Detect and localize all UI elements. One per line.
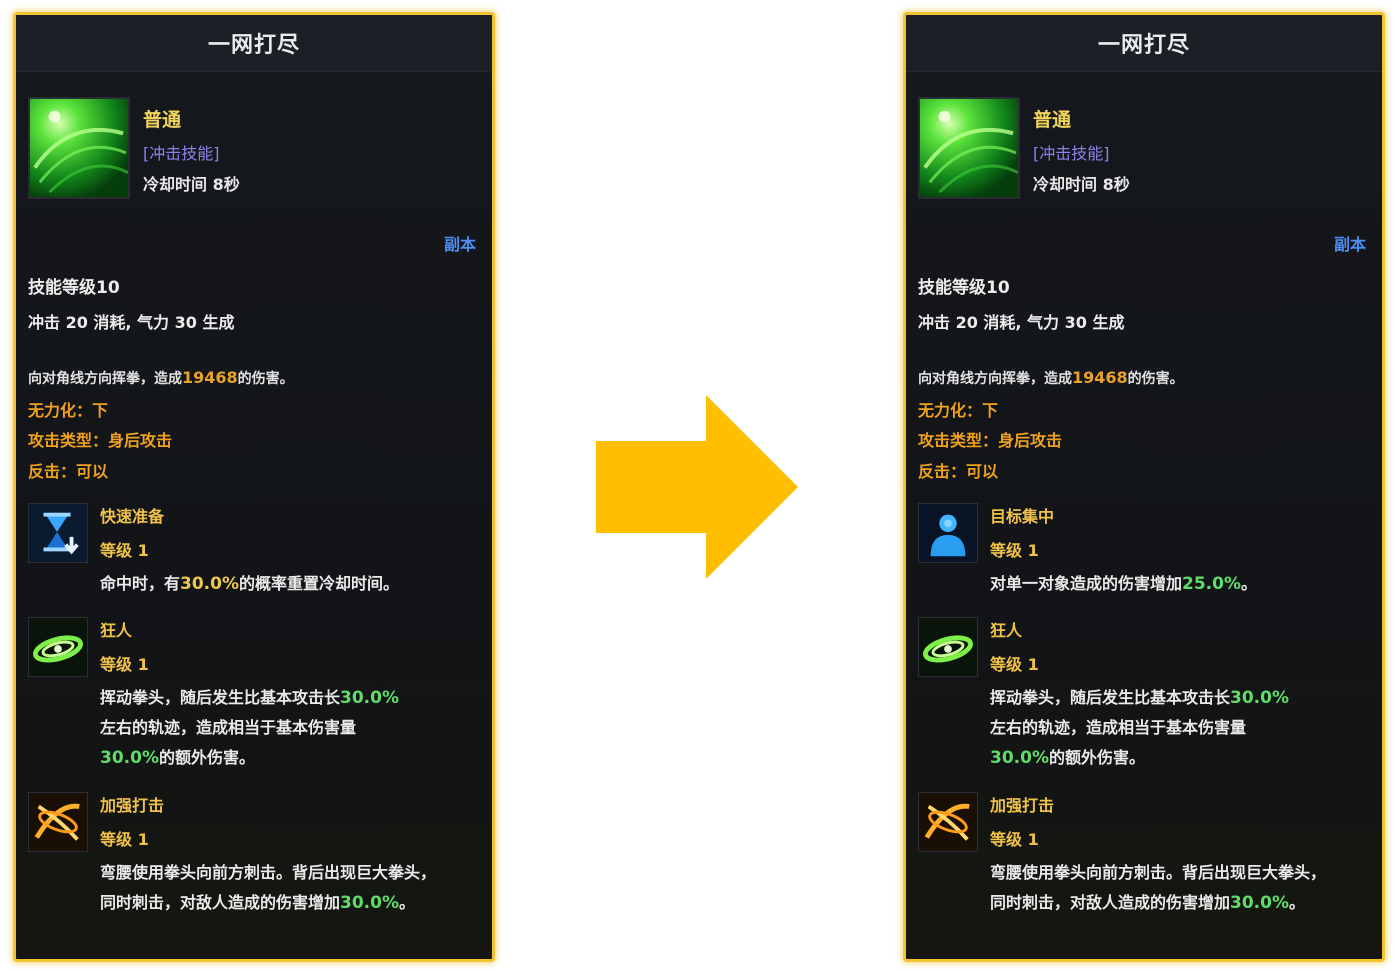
skill-level: 技能等级10: [28, 278, 120, 298]
rune-level: 等级 1: [100, 541, 149, 560]
dungeon-tag: 副本: [1333, 235, 1366, 254]
skill-description: 向对角线方向挥拳，造成19468的伤害。: [918, 368, 1184, 387]
rune-level: 等级 1: [990, 541, 1039, 560]
rune-effect: 对单一对象造成的伤害增加25.0%。: [990, 574, 1258, 594]
rune-name: 狂人: [100, 621, 133, 640]
skill-tooltip-after: 一网打尽 普通 [冲击技能] 冷却时间 8秒 副本 技能等级10 冲击 20 消…: [903, 12, 1385, 962]
rune-effect: 挥动拳头，随后发生比基本攻击长30.0% 左右的轨迹，造成相当于基本伤害量 30.0…: [100, 688, 399, 768]
skill-description: 向对角线方向挥拳，造成19468的伤害。: [28, 368, 294, 387]
attr-counter: 反击：可以: [918, 462, 999, 481]
skill-header: 普通 [冲击技能] 冷却时间 8秒: [918, 97, 1368, 207]
skill-level: 技能等级10: [918, 278, 1010, 298]
rune-effect: 命中时，有30.0%的概率重置冷却时间。: [100, 574, 400, 594]
tooltip-title: 一网打尽: [906, 15, 1382, 72]
skill-cooldown: 冷却时间 8秒: [1033, 175, 1130, 194]
green-swirl-icon: [28, 97, 130, 199]
skill-cost: 冲击 20 消耗, 气力 30 生成: [28, 313, 235, 332]
green-slash-icon: [28, 617, 88, 677]
attr-incapacitate: 无力化：下: [28, 401, 109, 420]
rune-level: 等级 1: [990, 655, 1039, 674]
orange-strike-icon: [918, 792, 978, 852]
rune-level: 等级 1: [990, 830, 1039, 849]
skill-name: 普通: [1033, 109, 1072, 131]
rune-level: 等级 1: [100, 655, 149, 674]
rune-effect: 弯腰使用拳头向前方刺击。背后出现巨大拳头，同时刺击，对敌人造成的伤害增加30.0…: [100, 863, 437, 913]
rune-name: 狂人: [990, 621, 1023, 640]
green-swirl-icon: [918, 97, 1020, 199]
attr-counter: 反击：可以: [28, 462, 109, 481]
person-target-icon: [918, 503, 978, 563]
rune-effect: 挥动拳头，随后发生比基本攻击长30.0% 左右的轨迹，造成相当于基本伤害量 30.0…: [990, 688, 1289, 768]
skill-name: 普通: [143, 109, 182, 131]
skill-cooldown: 冷却时间 8秒: [143, 175, 240, 194]
skill-header: 普通 [冲击技能] 冷却时间 8秒: [28, 97, 478, 207]
rune-level: 等级 1: [100, 830, 149, 849]
attr-attack-type: 攻击类型：身后攻击: [28, 431, 173, 450]
rune-name: 快速准备: [100, 507, 165, 526]
orange-strike-icon: [28, 792, 88, 852]
rune-name: 加强打击: [100, 796, 165, 815]
skill-tooltip-before: 一网打尽 普通 [冲击技能] 冷却时间 8秒 副本 技能等级10 冲击 20 消…: [13, 12, 495, 962]
damage-value: 19468: [1072, 368, 1128, 387]
arrow-right-icon: [596, 395, 798, 583]
rune-name: 加强打击: [990, 796, 1055, 815]
attr-incapacitate: 无力化：下: [918, 401, 999, 420]
rune-name: 目标集中: [990, 507, 1055, 526]
rune-effect: 弯腰使用拳头向前方刺击。背后出现巨大拳头，同时刺击，对敌人造成的伤害增加30.0…: [990, 863, 1327, 913]
tooltip-title: 一网打尽: [16, 15, 492, 72]
damage-value: 19468: [182, 368, 238, 387]
skill-type: [冲击技能]: [1033, 144, 1110, 163]
dungeon-tag: 副本: [443, 235, 476, 254]
hourglass-icon: [28, 503, 88, 563]
green-slash-icon: [918, 617, 978, 677]
skill-type: [冲击技能]: [143, 144, 220, 163]
skill-cost: 冲击 20 消耗, 气力 30 生成: [918, 313, 1125, 332]
attr-attack-type: 攻击类型：身后攻击: [918, 431, 1063, 450]
